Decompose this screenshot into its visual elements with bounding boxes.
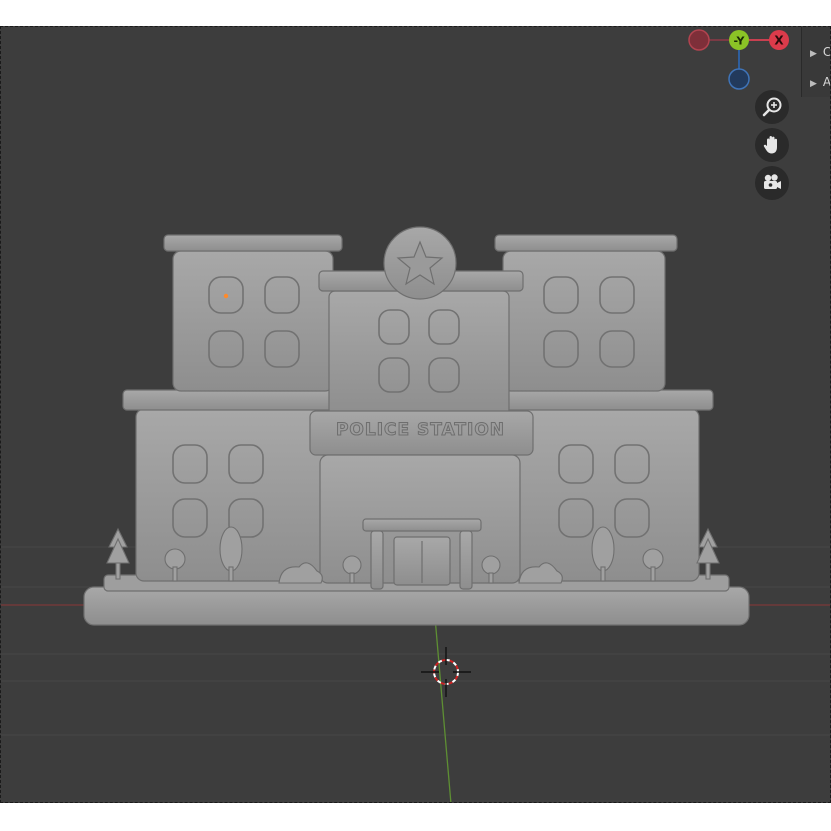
upper-right-roof xyxy=(494,234,678,252)
camera-icon xyxy=(764,174,781,189)
center-tower xyxy=(328,290,510,416)
sidebar-item-1[interactable]: ▶ C xyxy=(810,45,831,59)
base-platform xyxy=(83,586,750,626)
upper-left-block xyxy=(172,250,334,392)
sidebar-item-label: C xyxy=(822,45,831,59)
selected-vertex xyxy=(223,293,229,299)
sidebar-item-label: A xyxy=(822,75,831,89)
viewport-scene xyxy=(1,226,830,802)
y-axis-line xyxy=(434,616,452,802)
zoom-button[interactable] xyxy=(755,90,789,124)
upper-right-block xyxy=(502,250,666,392)
y-axis-label: -Y xyxy=(734,35,746,48)
x-negative-axis-handle xyxy=(688,29,710,51)
z-negative-axis-handle xyxy=(728,68,750,90)
expand-triangle-icon: ▶ xyxy=(810,49,817,59)
hand-pan-icon xyxy=(763,136,777,154)
sidebar-panel: ▶ C ▶ A xyxy=(801,27,831,97)
x-axis-label: X xyxy=(774,34,784,48)
upper-left-roof xyxy=(163,234,343,252)
entrance-canopy xyxy=(362,518,482,532)
camera-view-button[interactable] xyxy=(755,166,789,200)
zoom-icon xyxy=(762,97,782,117)
expand-triangle-icon: ▶ xyxy=(810,79,817,89)
bottom-strip xyxy=(0,803,831,831)
pan-button[interactable] xyxy=(755,128,789,162)
sign-text: POLICE STATION xyxy=(335,420,506,441)
3d-viewport[interactable]: X -Y ▶ C ▶ A xyxy=(0,26,831,803)
navigation-gizmo[interactable]: X -Y xyxy=(683,27,801,97)
sidebar-item-2[interactable]: ▶ A xyxy=(810,75,831,89)
